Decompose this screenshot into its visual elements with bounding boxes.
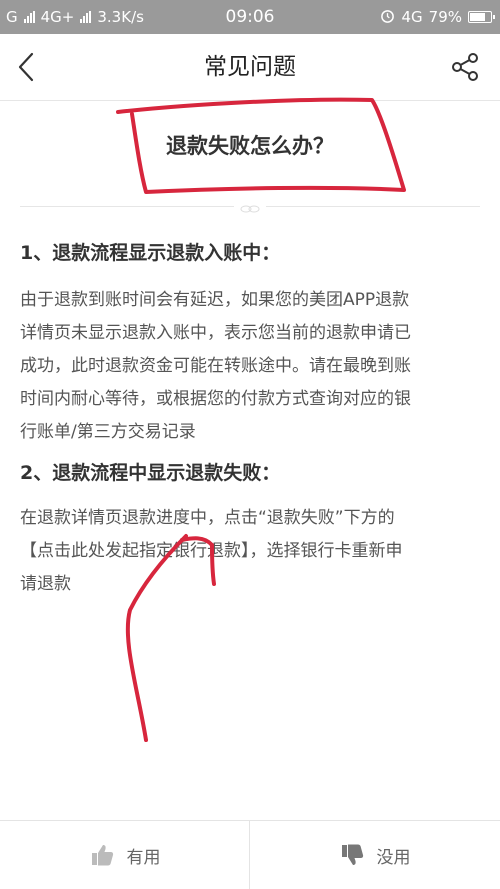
paragraph-line: 【点击此处发起指定银行退款】，选择银行卡重新申: [20, 541, 403, 561]
battery-percent: 79%: [428, 8, 462, 26]
paragraph-line: 行账单/第三方交易记录: [20, 422, 196, 442]
thumbs-down-icon: [341, 844, 363, 865]
network-label-right: 4G: [401, 8, 423, 26]
section1-heading: 1、退款流程显示退款入账中：: [20, 242, 281, 264]
paragraph-line: 在退款详情页退款进度中，点击“退款失败”下方的: [20, 508, 395, 528]
paragraph-line: 请退款: [20, 574, 71, 594]
question-title: 退款失败怎么办？: [166, 134, 334, 158]
alarm-icon: [380, 8, 395, 27]
feedback-footer: 有用 没用: [0, 820, 500, 889]
page-title: 常见问题: [204, 54, 296, 80]
share-icon: [452, 53, 478, 81]
section1-paragraph: 由于退款到账时间会有延迟，如果您的美团APP退款 详情页未显示退款入账中，表示您…: [20, 284, 482, 449]
section2-heading: 2、退款流程中显示退款失败：: [20, 462, 281, 484]
divider-ornament: [234, 200, 266, 213]
useful-button[interactable]: 有用: [0, 821, 249, 889]
useless-label: 没用: [376, 847, 411, 868]
status-bar: G 4G+ 3.3K/s 09:06 4G 79%: [0, 0, 500, 34]
useless-button[interactable]: 没用: [250, 821, 499, 889]
section2-paragraph: 在退款详情页退款进度中，点击“退款失败”下方的 【点击此处发起指定银行退款】，选…: [20, 502, 482, 601]
faq-content: 退款失败怎么办？ 1、退款流程显示退款入账中： 由于退款到账时间会有延迟，如果您…: [0, 100, 500, 820]
status-right: 4G 79%: [380, 0, 495, 34]
paragraph-line: 详情页未显示退款入账中，表示您当前的退款申请已: [20, 323, 411, 343]
paragraph-line: 成功，此时退款资金可能在转账途中。请在最晚到账: [20, 356, 411, 376]
navigation-bar: 常见问题: [0, 34, 500, 101]
battery-icon: [468, 11, 495, 23]
paragraph-line: 由于退款到账时间会有延迟，如果您的美团APP退款: [20, 290, 410, 310]
useful-label: 有用: [126, 847, 161, 868]
share-button[interactable]: [448, 50, 482, 84]
paragraph-line: 时间内耐心等待，或根据您的付款方式查询对应的银: [20, 389, 411, 409]
chevron-left-icon: [18, 52, 34, 82]
thumbs-up-icon: [91, 845, 113, 866]
back-button[interactable]: [10, 48, 46, 86]
